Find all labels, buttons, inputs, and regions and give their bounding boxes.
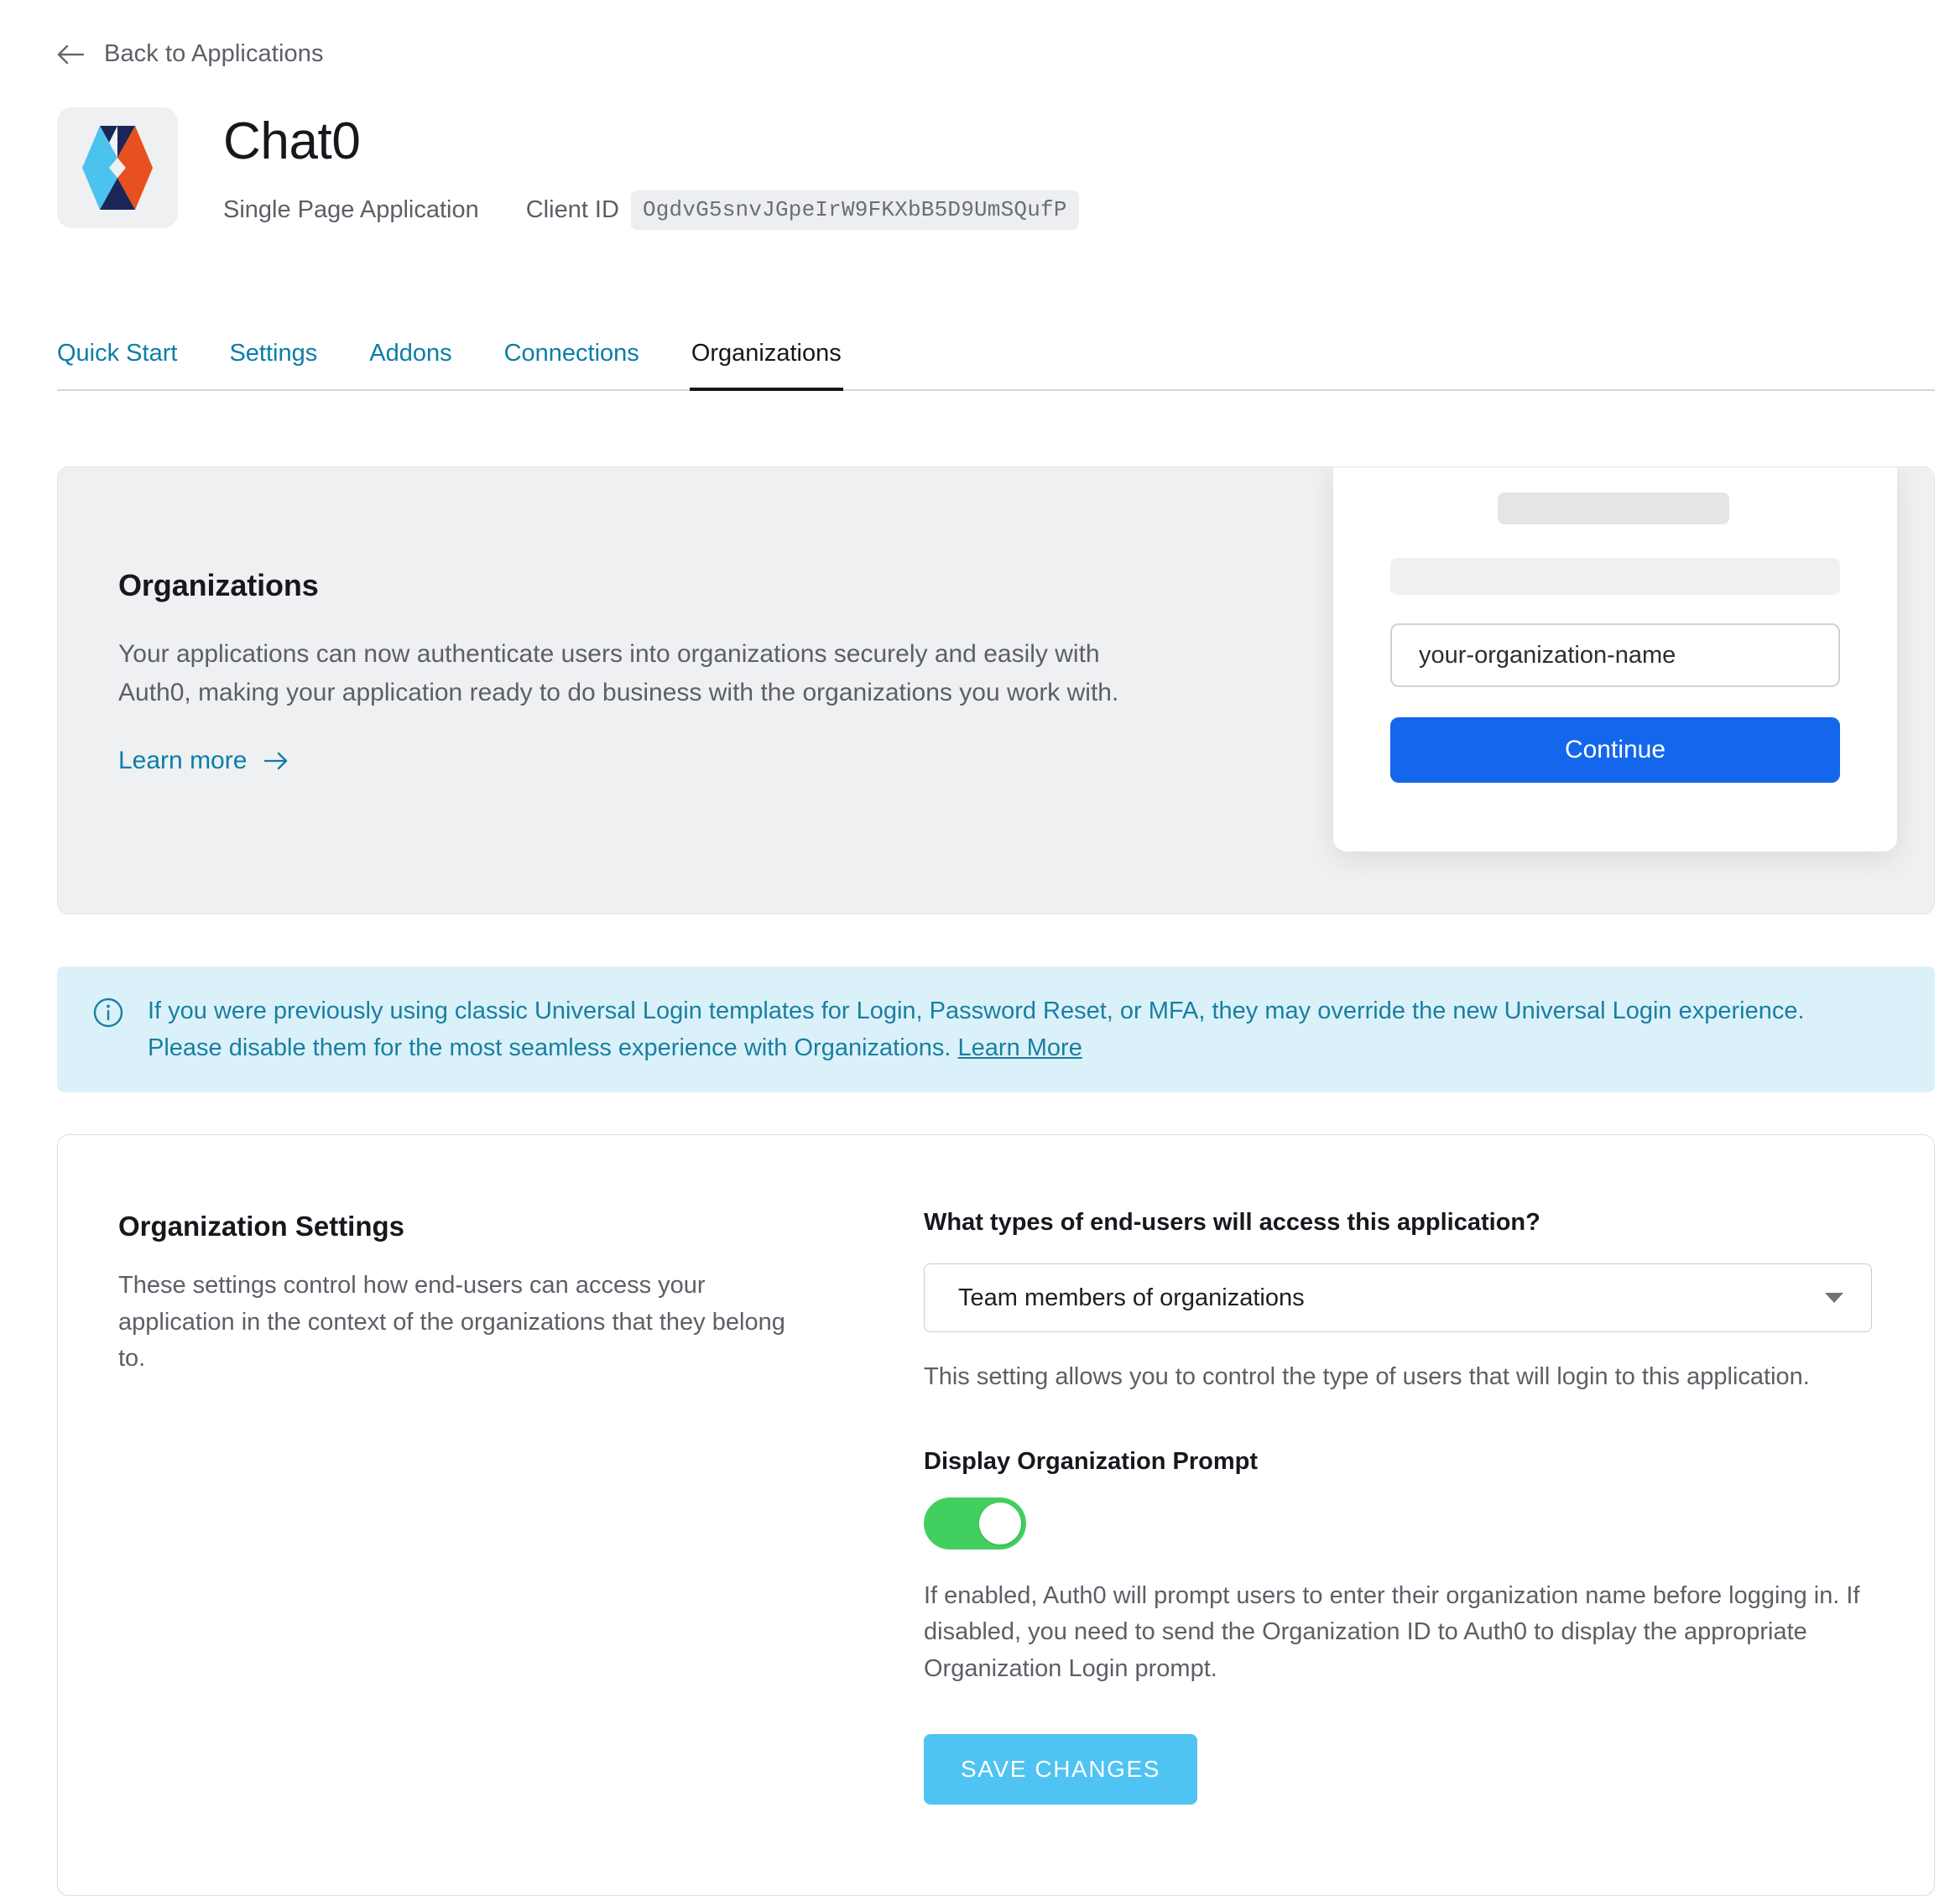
preview-continue-button[interactable]: Continue — [1390, 717, 1840, 783]
page-title: Chat0 — [223, 112, 361, 170]
promo-title: Organizations — [118, 568, 319, 602]
display-prompt-help-text: If enabled, Auth0 will prompt users to e… — [924, 1581, 1860, 1682]
tab-connections[interactable]: Connections — [504, 340, 639, 389]
back-label: Back to Applications — [104, 40, 324, 67]
settings-description-column: Organization Settings These settings con… — [118, 1211, 798, 1378]
learn-more-link[interactable]: Learn more — [118, 747, 289, 775]
organizations-page: Back to Applications Chat0 Single Page A… — [0, 0, 1960, 1896]
organization-settings-card: Organization Settings These settings con… — [57, 1134, 1935, 1896]
auth0-app-logo-icon — [77, 124, 158, 211]
settings-section-title: Organization Settings — [118, 1211, 405, 1242]
organizations-promo-card: Organizations Your applications can now … — [57, 466, 1935, 914]
preview-placeholder-logo — [1498, 492, 1729, 524]
preview-organization-input[interactable]: your-organization-name — [1390, 623, 1840, 687]
application-subtitle-row: Single Page Application Client ID OgdvG5… — [223, 190, 1079, 230]
tab-quick-start[interactable]: Quick Start — [57, 340, 177, 389]
user-type-label: What types of end-users will access this… — [924, 1209, 1540, 1236]
tab-settings[interactable]: Settings — [229, 340, 317, 389]
promo-text-block: Organizations Your applications can now … — [118, 568, 1209, 775]
settings-controls-column: What types of end-users will access this… — [924, 1209, 1872, 1805]
application-header: Chat0 Single Page Application Client ID … — [57, 107, 1079, 230]
save-changes-button[interactable]: SAVE CHANGES — [924, 1734, 1198, 1805]
user-type-help-text: This setting allows you to control the t… — [924, 1363, 1810, 1390]
settings-section-description: These settings control how end-users can… — [118, 1272, 785, 1372]
user-type-select[interactable]: Team members of organizations — [924, 1263, 1872, 1332]
banner-learn-more-link[interactable]: Learn More — [958, 1034, 1082, 1061]
application-type: Single Page Application — [223, 195, 479, 223]
learn-more-label: Learn more — [118, 747, 248, 775]
arrow-left-icon — [57, 43, 86, 66]
promo-body: Your applications can now authenticate u… — [118, 640, 1119, 706]
client-id-label: Client ID — [525, 195, 619, 223]
user-type-select-wrapper: Team members of organizations — [924, 1263, 1872, 1332]
back-to-applications-link[interactable]: Back to Applications — [57, 40, 324, 68]
client-id-value[interactable]: OgdvG5snvJGpeIrW9FKXbB5D9UmSQufP — [630, 190, 1079, 230]
display-organization-prompt-toggle[interactable] — [924, 1497, 1026, 1550]
banner-text-wrapper: If you were previously using classic Uni… — [148, 993, 1876, 1092]
info-circle-icon — [92, 997, 124, 1092]
preview-placeholder-heading — [1390, 558, 1840, 595]
application-meta: Chat0 Single Page Application Client ID … — [223, 107, 1079, 230]
tab-organizations[interactable]: Organizations — [689, 340, 843, 391]
toggle-knob — [979, 1502, 1021, 1544]
tab-addons[interactable]: Addons — [369, 340, 451, 389]
application-tabs: Quick Start Settings Addons Connections … — [57, 317, 1935, 391]
universal-login-info-banner: If you were previously using classic Uni… — [57, 966, 1935, 1092]
application-logo-tile — [57, 107, 178, 228]
login-preview-card: your-organization-name Continue — [1333, 467, 1897, 852]
arrow-right-icon — [263, 751, 289, 771]
display-prompt-label: Display Organization Prompt — [924, 1447, 1258, 1475]
